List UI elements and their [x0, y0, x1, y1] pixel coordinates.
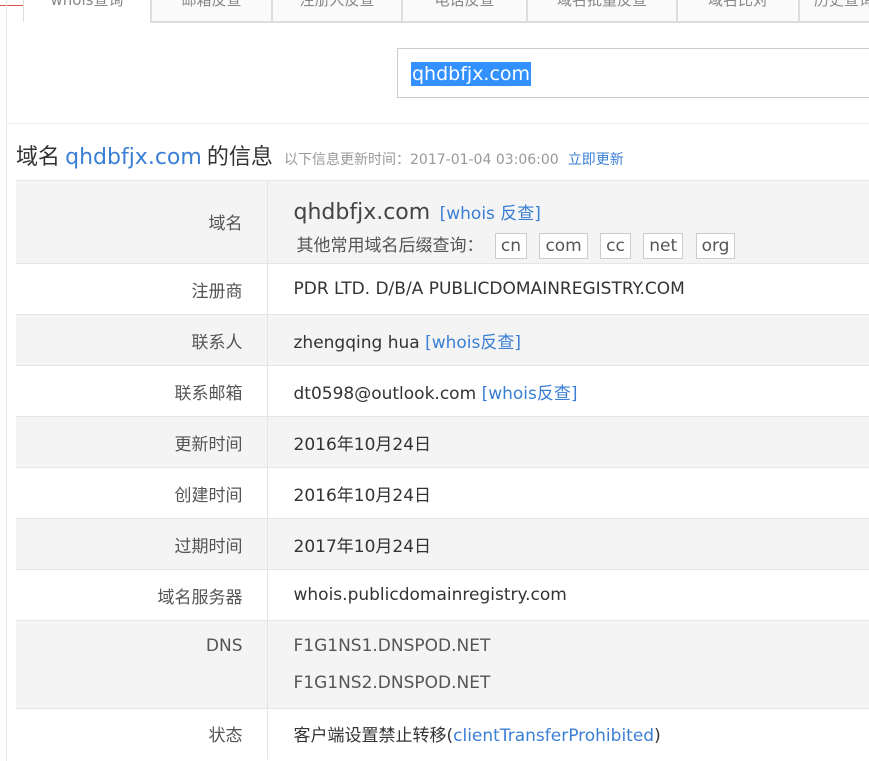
- update-now-link[interactable]: 立即更新: [568, 152, 624, 168]
- value-email-cell: dt0598@outlook.com [whois反查]: [267, 365, 869, 417]
- label-created: 创建时间: [16, 467, 268, 519]
- label-dns: DNS: [16, 620, 268, 709]
- suffix-cc[interactable]: cc: [600, 233, 631, 259]
- status-code-link[interactable]: clientTransferProhibited: [453, 726, 654, 746]
- value-dns-cell: F1G1NS1.DNSPOD.NET F1G1NS2.DNSPOD.NET: [267, 620, 869, 709]
- value-status-cell: 客户端设置禁止转移(clientTransferProhibited): [267, 708, 869, 759]
- label-status: 状态: [16, 708, 268, 759]
- suffix-prompt: 其他常用域名后缀查询：: [296, 236, 484, 256]
- tab-bar: whois查询 邮箱反查 注册人反查 电话反查 域名批量反查 域名比对 历史查询: [23, 0, 869, 22]
- row-email: 联系邮箱 dt0598@outlook.com [whois反查]: [16, 365, 869, 417]
- row-updated: 更新时间 2016年10月24日: [16, 416, 869, 468]
- tab-registrant-reverse[interactable]: 注册人反查: [272, 0, 402, 22]
- label-whois-server: 域名服务器: [16, 569, 268, 621]
- contact-name: zhengqing hua: [293, 332, 420, 353]
- search-query-text: qhdbfjx.com: [411, 62, 532, 86]
- value-registrar: PDR LTD. D/B/A PUBLICDOMAINREGISTRY.COM: [267, 263, 869, 315]
- value-created: 2016年10月24日: [267, 467, 869, 519]
- dns-server-2: F1G1NS2.DNSPOD.NET: [293, 673, 491, 693]
- row-created: 创建时间 2016年10月24日: [16, 467, 869, 519]
- tab-domain-compare[interactable]: 域名比对: [677, 0, 799, 22]
- value-contact-cell: zhengqing hua [whois反查]: [267, 314, 869, 366]
- value-expires: 2017年10月24日: [267, 518, 869, 570]
- row-whois-server: 域名服务器 whois.publicdomainregistry.com: [16, 569, 869, 621]
- label-domain: 域名: [16, 180, 268, 264]
- row-contact: 联系人 zhengqing hua [whois反查]: [16, 314, 869, 366]
- value-whois-server: whois.publicdomainregistry.com: [267, 569, 869, 621]
- label-expires: 过期时间: [16, 518, 268, 570]
- status-prefix: 客户端设置禁止转移(: [293, 726, 454, 747]
- suffix-cn[interactable]: cn: [494, 233, 528, 259]
- title-suffix: 的信息: [206, 145, 273, 170]
- tab-history[interactable]: 历史查询: [799, 0, 869, 22]
- tab-whois[interactable]: whois查询: [23, 0, 151, 22]
- suffix-net[interactable]: net: [643, 233, 684, 259]
- whois-info-table: 域名 qhdbfjx.com [whois 反查] 其他常用域名后缀查询： cn…: [16, 180, 869, 759]
- label-registrar: 注册商: [16, 263, 268, 315]
- tab-batch-reverse[interactable]: 域名批量反查: [527, 0, 677, 22]
- update-time-text: 以下信息更新时间：2017-01-04 03:06:00: [284, 152, 559, 168]
- row-registrar: 注册商 PDR LTD. D/B/A PUBLICDOMAINREGISTRY.…: [16, 263, 869, 315]
- tab-email-reverse[interactable]: 邮箱反查: [151, 0, 272, 22]
- label-email: 联系邮箱: [16, 365, 268, 417]
- status-suffix: ): [654, 726, 661, 747]
- whois-reverse-link[interactable]: [whois 反查]: [440, 204, 541, 224]
- title-domain-link[interactable]: qhdbfjx.com: [65, 145, 202, 170]
- suffix-org[interactable]: org: [695, 233, 736, 259]
- dns-server-1: F1G1NS1.DNSPOD.NET: [293, 636, 491, 656]
- tab-bar-border: [150, 22, 869, 23]
- domain-search-input[interactable]: qhdbfjx.com: [397, 48, 869, 98]
- row-dns: DNS F1G1NS1.DNSPOD.NET F1G1NS2.DNSPOD.NE…: [16, 620, 869, 709]
- row-domain: 域名 qhdbfjx.com [whois 反查] 其他常用域名后缀查询： cn…: [16, 180, 869, 264]
- domain-name: qhdbfjx.com: [293, 200, 431, 225]
- contact-whois-reverse-link[interactable]: [whois反查]: [425, 333, 521, 353]
- label-updated: 更新时间: [16, 416, 268, 468]
- row-status: 状态 客户端设置禁止转移(clientTransferProhibited): [16, 708, 869, 759]
- divider: [6, 123, 869, 124]
- email-whois-reverse-link[interactable]: [whois反查]: [482, 384, 578, 404]
- page-title: 域名 qhdbfjx.com 的信息 以下信息更新时间：2017-01-04 0…: [16, 139, 624, 171]
- contact-email: dt0598@outlook.com: [293, 383, 477, 404]
- label-contact: 联系人: [16, 314, 268, 366]
- left-border: [6, 0, 7, 761]
- value-domain-cell: qhdbfjx.com [whois 反查] 其他常用域名后缀查询： cn co…: [267, 180, 869, 264]
- title-prefix: 域名: [16, 145, 61, 170]
- value-updated: 2016年10月24日: [267, 416, 869, 468]
- row-expires: 过期时间 2017年10月24日: [16, 518, 869, 570]
- suffix-com[interactable]: com: [539, 233, 588, 259]
- tab-phone-reverse[interactable]: 电话反查: [402, 0, 527, 22]
